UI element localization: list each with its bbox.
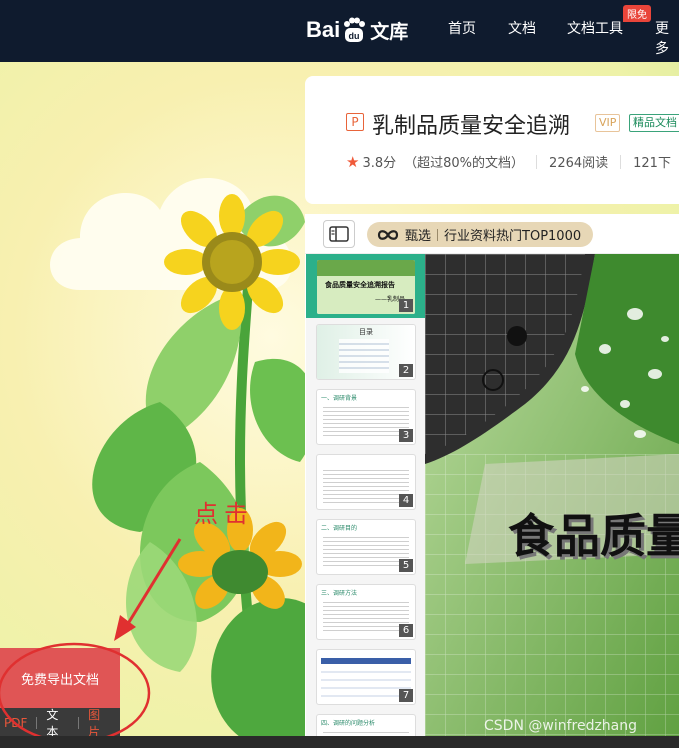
free-badge: 限免 [623,5,651,22]
doc-meta: ★ 3.8分 （超过80%的文档） 2264阅读 121下 [346,152,671,172]
thumbnail-title: 一、调研背景 [321,395,358,402]
thumbnail-number: 5 [399,559,413,572]
bottom-strip [0,736,679,748]
pill-divider [437,228,439,241]
pill-text: 行业资料热门TOP1000 [444,229,582,244]
logo-wenku-text: 文库 [370,20,409,43]
doc-rating: 3.8分 [362,156,397,171]
thumbnail-number: 4 [399,494,413,507]
quality-tag: 精品文档 [629,114,679,132]
annotation-circle [0,642,151,744]
pill-label: 甄选 [405,229,432,244]
thumbnail-page[interactable]: 7 [316,649,416,705]
star-icon: ★ [346,152,360,171]
thumbnail-title: 二、调研目的 [321,525,358,532]
doc-downloads: 121下 [633,156,671,171]
doc-title: 乳制品质量安全追溯 [372,114,571,139]
click-annotation: 点击 [194,500,254,528]
top-navbar: Bai du 文库 首页 文档 文档工具 限免 更多 [0,0,679,62]
vip-tag: VIP [595,114,621,132]
thumbnail-title: 三、调研方法 [321,590,358,597]
doc-reads: 2264阅读 [549,156,609,171]
slide-title: 食品质量 [508,509,679,563]
selection-pill[interactable]: 甄选 行业资料热门TOP1000 [367,222,594,247]
paw-icon: du [344,17,366,42]
thumbnail-page[interactable]: 4 [316,454,416,510]
infinity-icon [377,229,399,240]
thumbnail-number: 3 [399,429,413,442]
logo-du-text: du [349,31,360,41]
thumbnail-page[interactable]: 二、调研目的 5 [316,519,416,575]
meta-divider [536,154,538,169]
toggle-sidebar-button[interactable] [323,220,355,248]
thumbnail-number: 2 [399,364,413,377]
annotation-arrow-icon [114,538,182,641]
nav-more[interactable]: 更多 [655,18,679,58]
thumbnail-page[interactable]: 三、调研方法 6 [316,584,416,640]
thumbnail-title: 食品质量安全追溯报告 [325,281,395,289]
thumbnail-number: 6 [399,624,413,637]
thumbnail-title: 四、调研的问题分析 [321,720,376,727]
ppt-file-icon: P [346,113,364,131]
logo-bai-text: Bai [306,17,341,42]
doc-rating-note: （超过80%的文档） [404,156,525,171]
watermark: CSDN @winfredzhang [484,718,638,734]
thumbnail-number: 7 [399,689,413,702]
nav-home[interactable]: 首页 [448,18,476,38]
thumbnail-number: 1 [399,299,413,312]
nav-docs[interactable]: 文档 [508,18,536,38]
thumbnail-page[interactable]: 目录 2 [316,324,416,380]
nav-doc-tools[interactable]: 文档工具 [567,18,623,38]
thumbnail-title: 目录 [359,328,373,336]
thumbnail-page[interactable]: 一、调研背景 3 [316,389,416,445]
baidu-wenku-logo[interactable]: Bai du 文库 [306,14,408,46]
thumbnail-page[interactable]: 食品质量安全追溯报告 ——乳制品 1 [316,259,416,315]
meta-divider [620,154,622,169]
sidebar-icon [329,226,349,242]
doc-header-card [305,76,679,204]
